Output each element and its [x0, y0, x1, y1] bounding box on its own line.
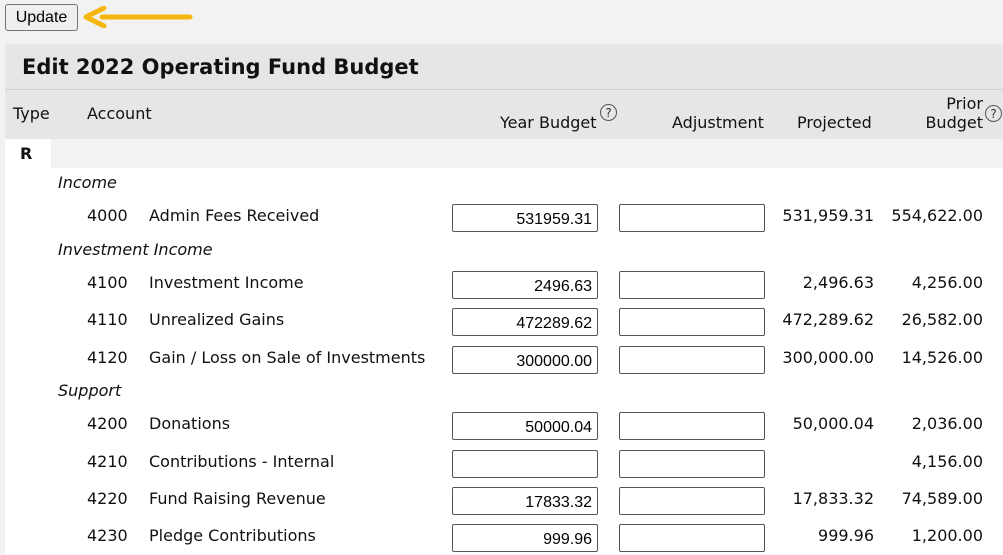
- col-year-budget: Year Budget: [500, 113, 597, 132]
- group-label: Income: [58, 173, 117, 192]
- record-type-filler: [51, 139, 1003, 168]
- account-name: Pledge Contributions: [149, 526, 316, 545]
- col-account: Account: [87, 104, 152, 123]
- col-type: Type: [13, 104, 50, 123]
- title-bar: Edit 2022 Operating Fund Budget: [5, 44, 1003, 90]
- adjustment-input[interactable]: [619, 308, 765, 336]
- group-label: Investment Income: [58, 240, 213, 259]
- account-code: 4100: [87, 273, 128, 292]
- year-budget-input[interactable]: [452, 271, 598, 299]
- table-row: 4210 Contributions - Internal 4,156.00: [5, 448, 1003, 478]
- record-type-label: R: [20, 144, 33, 163]
- table-row: 4110 Unrealized Gains 472,289.62 26,582.…: [5, 306, 1003, 336]
- projected-value: 531,959.31: [782, 206, 874, 225]
- page-title: Edit 2022 Operating Fund Budget: [22, 55, 419, 79]
- year-budget-input[interactable]: [452, 204, 598, 232]
- account-code: 4120: [87, 348, 128, 367]
- prior-budget-value: 26,582.00: [901, 310, 983, 329]
- account-name: Unrealized Gains: [149, 310, 285, 329]
- col-projected: Projected: [797, 113, 872, 132]
- account-code: 4200: [87, 414, 128, 433]
- projected-value: 17,833.32: [792, 489, 874, 508]
- prior-budget-help-icon[interactable]: ?: [985, 105, 1002, 122]
- year-budget-input[interactable]: [452, 450, 598, 478]
- prior-budget-value: 2,036.00: [911, 414, 983, 433]
- year-budget-input[interactable]: [452, 308, 598, 336]
- account-name: Donations: [149, 414, 231, 433]
- table-row: 4200 Donations 50,000.04 2,036.00: [5, 410, 1003, 440]
- column-header-row: Type Account Year Budget ? Adjustment Pr…: [5, 90, 1003, 139]
- account-code: 4210: [87, 452, 128, 471]
- account-code: 4000: [87, 206, 128, 225]
- prior-budget-value: 74,589.00: [901, 489, 983, 508]
- account-name: Fund Raising Revenue: [149, 489, 326, 508]
- prior-budget-value: 554,622.00: [891, 206, 983, 225]
- year-budget-input[interactable]: [452, 412, 598, 440]
- budget-panel: Edit 2022 Operating Fund Budget Type Acc…: [5, 44, 1003, 555]
- table-row: 4000 Admin Fees Received 531,959.31 554,…: [5, 202, 1003, 232]
- account-name: Gain / Loss on Sale of Investments: [149, 348, 426, 367]
- projected-value: 999.96: [818, 526, 874, 545]
- col-prior-line1: Prior: [946, 94, 983, 113]
- group-label: Support: [58, 381, 122, 400]
- adjustment-input[interactable]: [619, 204, 765, 232]
- adjustment-input[interactable]: [619, 487, 765, 515]
- table-row: 4220 Fund Raising Revenue 17,833.32 74,5…: [5, 485, 1003, 515]
- account-name: Investment Income: [149, 273, 304, 292]
- account-name: Contributions - Internal: [149, 452, 335, 471]
- adjustment-input[interactable]: [619, 412, 765, 440]
- table-row: 4120 Gain / Loss on Sale of Investments …: [5, 344, 1003, 374]
- account-code: 4220: [87, 489, 128, 508]
- col-adjustment: Adjustment: [672, 113, 764, 132]
- projected-value: 472,289.62: [782, 310, 874, 329]
- adjustment-input[interactable]: [619, 346, 765, 374]
- record-type-row: R: [5, 139, 1003, 168]
- account-name: Admin Fees Received: [149, 206, 320, 225]
- prior-budget-value: 4,156.00: [911, 452, 983, 471]
- year-budget-help-icon[interactable]: ?: [600, 104, 617, 121]
- projected-value: 300,000.00: [782, 348, 874, 367]
- year-budget-input[interactable]: [452, 487, 598, 515]
- col-prior-line2: Budget: [925, 113, 983, 132]
- pointer-arrow-icon: [83, 6, 193, 28]
- year-budget-input[interactable]: [452, 346, 598, 374]
- prior-budget-value: 14,526.00: [901, 348, 983, 367]
- prior-budget-value: 4,256.00: [911, 273, 983, 292]
- adjustment-input[interactable]: [619, 450, 765, 478]
- table-row: 4230 Pledge Contributions 999.96 1,200.0…: [5, 522, 1003, 552]
- projected-value: 2,496.63: [802, 273, 874, 292]
- adjustment-input[interactable]: [619, 524, 765, 552]
- projected-value: 50,000.04: [792, 414, 874, 433]
- year-budget-input[interactable]: [452, 524, 598, 552]
- prior-budget-value: 1,200.00: [911, 526, 983, 545]
- account-code: 4110: [87, 310, 128, 329]
- table-row: 4100 Investment Income 2,496.63 4,256.00: [5, 269, 1003, 299]
- adjustment-input[interactable]: [619, 271, 765, 299]
- update-button[interactable]: Update: [5, 4, 78, 31]
- account-code: 4230: [87, 526, 128, 545]
